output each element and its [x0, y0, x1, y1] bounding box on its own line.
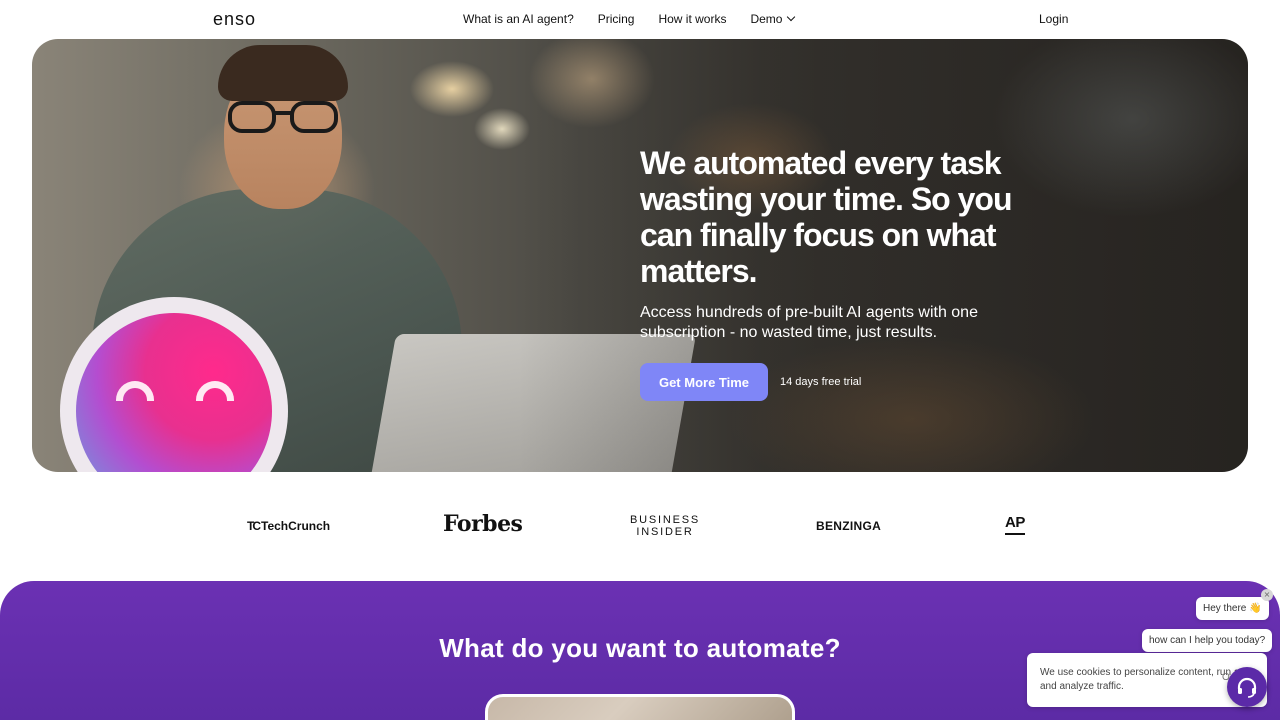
hero-title: We automated every task wasting your tim…	[640, 145, 1013, 289]
cookie-text: We use cookies to personalize content, r…	[1040, 667, 1253, 692]
nav-link-how-it-works[interactable]: How it works	[658, 12, 726, 26]
press-logos: TC TechCrunch Forbes BUSINESS INSIDER BE…	[0, 500, 1280, 550]
login-link[interactable]: Login	[1039, 12, 1068, 26]
top-nav: enso What is an AI agent? Pricing How it…	[0, 0, 1280, 38]
automate-card-image[interactable]	[485, 694, 795, 720]
business-insider-logo: BUSINESS INSIDER	[630, 514, 700, 538]
hero-banner: We automated every task wasting your tim…	[32, 39, 1248, 472]
close-icon[interactable]: ×	[1261, 589, 1273, 601]
nav-demo-dropdown[interactable]: Demo	[750, 12, 796, 26]
chat-question-bubble[interactable]: how can I help you today?	[1142, 629, 1273, 652]
techcrunch-logo: TC TechCrunch	[247, 519, 330, 533]
techcrunch-mark: TC	[247, 519, 261, 533]
hero-cta-row: Get More Time 14 days free trial	[640, 363, 1070, 401]
free-trial-note: 14 days free trial	[780, 376, 862, 388]
headset-icon	[1237, 677, 1257, 698]
nav-link-pricing[interactable]: Pricing	[598, 12, 635, 26]
forbes-logo: Forbes	[443, 511, 523, 537]
nav-link-what-is-ai-agent[interactable]: What is an AI agent?	[463, 12, 574, 26]
mascot-eye-left	[116, 381, 154, 401]
nav-links: What is an AI agent? Pricing How it work…	[463, 12, 796, 26]
mascot-eye-right	[196, 381, 234, 401]
get-more-time-button[interactable]: Get More Time	[640, 363, 768, 401]
business-insider-line2: INSIDER	[636, 526, 694, 538]
business-insider-line1: BUSINESS	[630, 514, 701, 526]
hero-subtitle: Access hundreds of pre-built AI agents w…	[640, 304, 978, 341]
chat-greeting-bubble[interactable]: Hey there 👋	[1196, 597, 1269, 620]
support-chat-button[interactable]	[1227, 667, 1267, 707]
techcrunch-wordmark: TechCrunch	[261, 519, 331, 533]
hero-text: We automated every task wasting your tim…	[640, 145, 1070, 401]
enso-logo[interactable]: enso	[213, 9, 256, 30]
ap-logo: AP	[1005, 514, 1025, 535]
benzinga-logo: BENZINGA	[816, 519, 882, 533]
nav-demo-label: Demo	[750, 12, 783, 26]
chevron-down-icon	[787, 12, 796, 22]
